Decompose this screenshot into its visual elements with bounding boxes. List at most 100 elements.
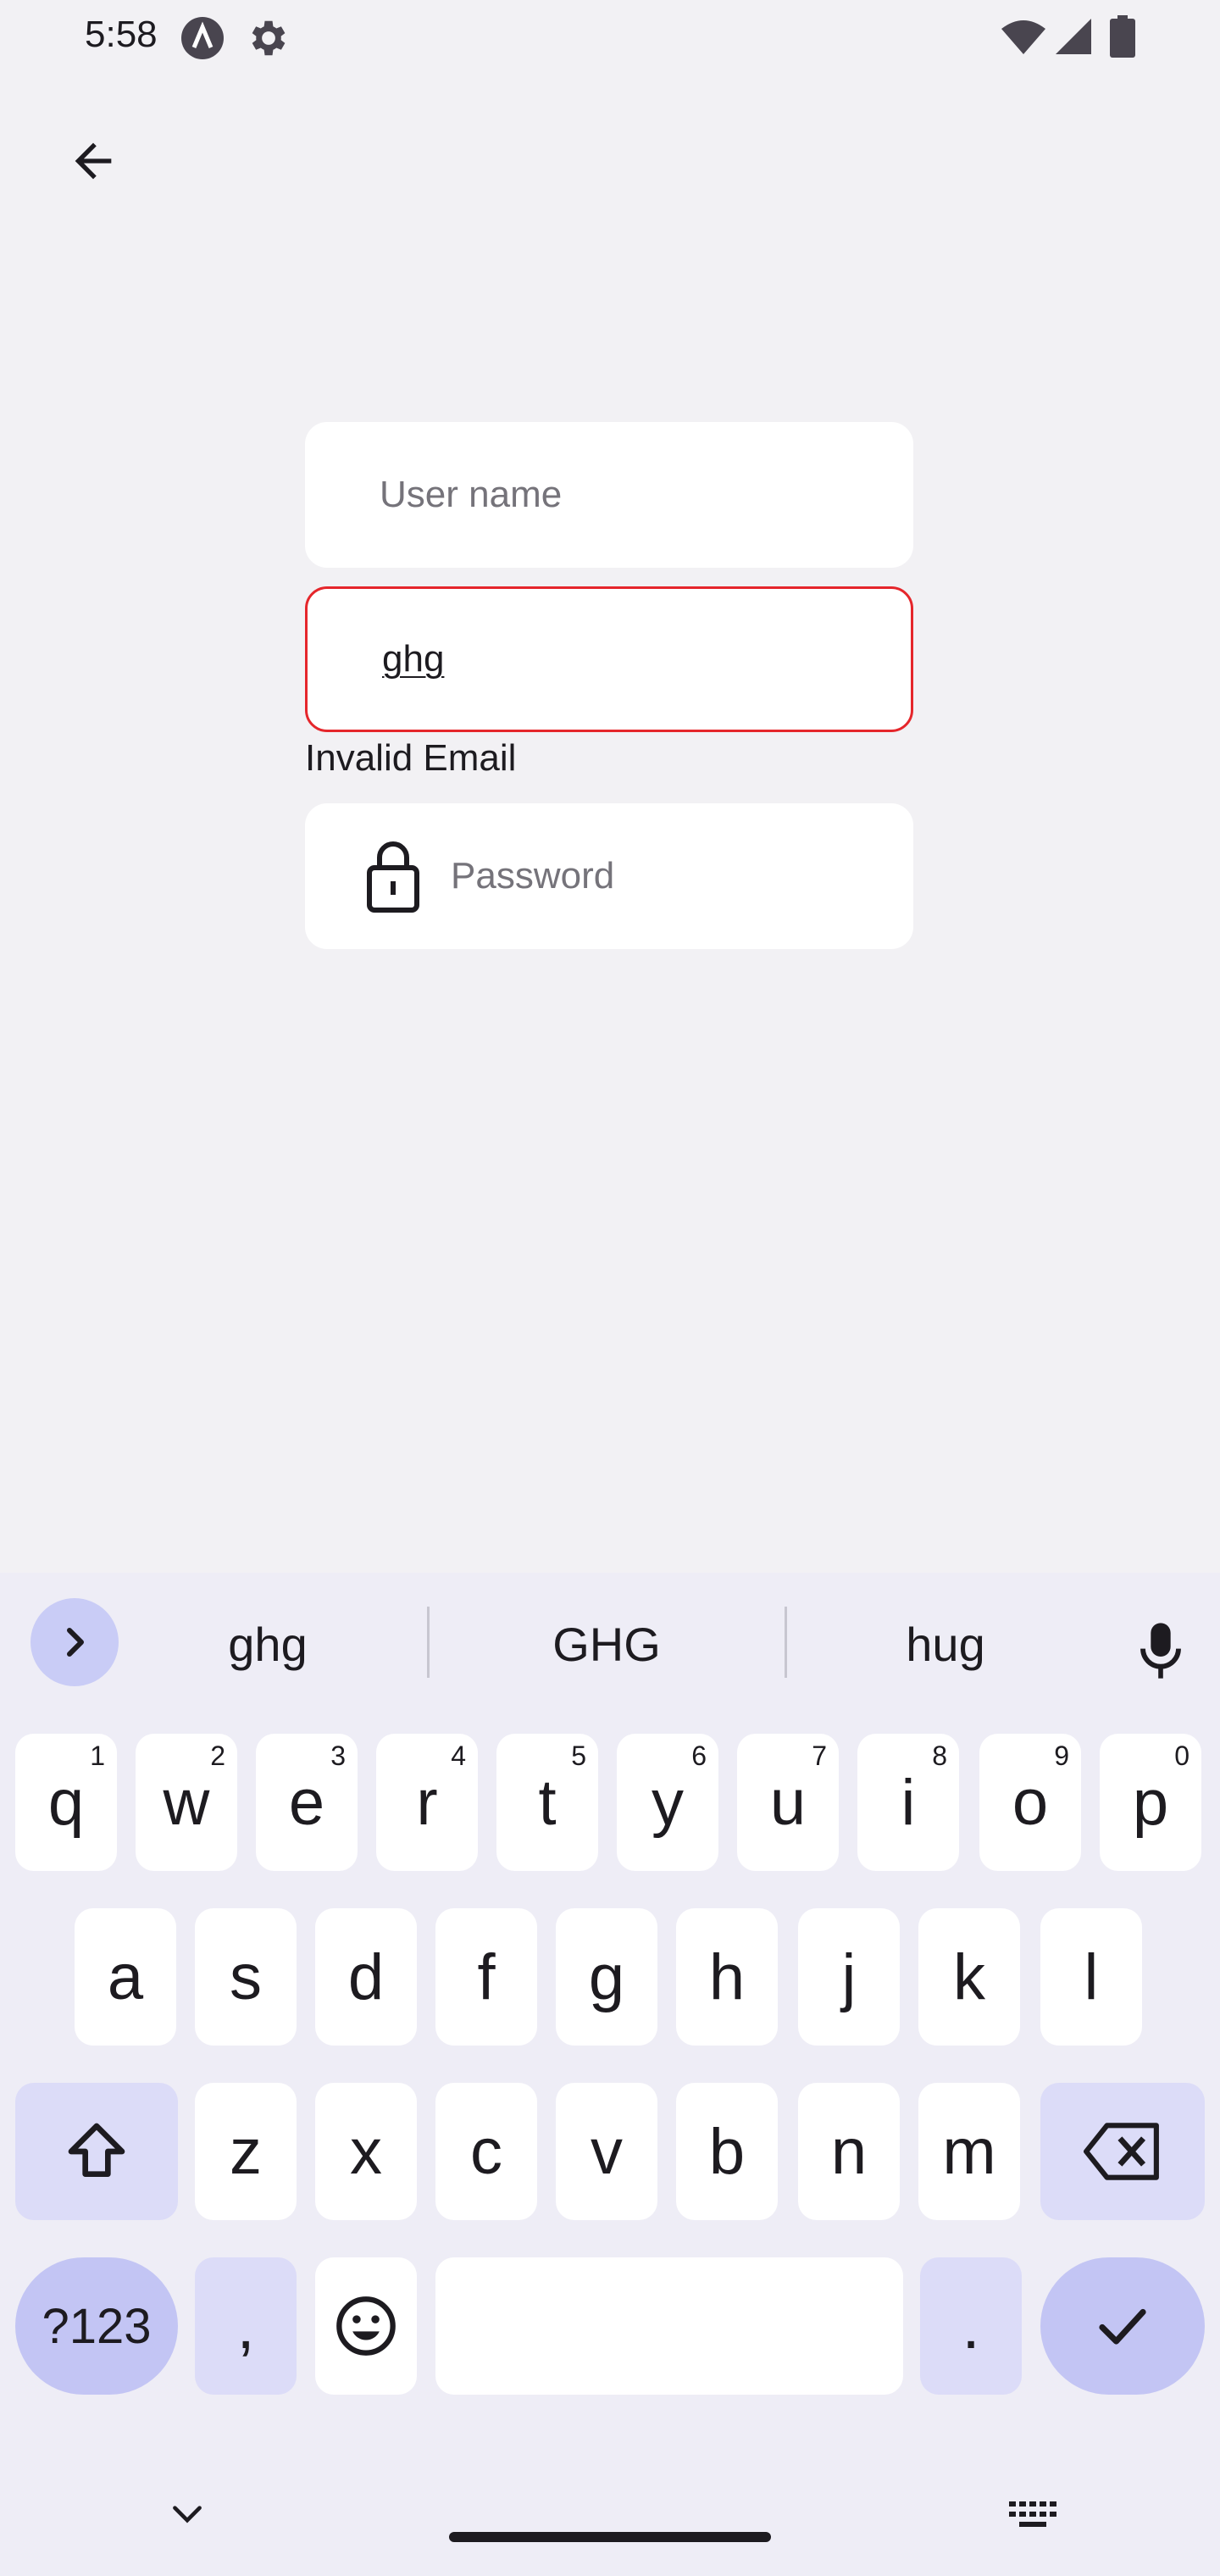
username-field[interactable]: User name (305, 422, 913, 568)
key-hint: 2 (210, 1740, 225, 1771)
key-label: w (163, 1766, 210, 1839)
expand-toolbar-button[interactable] (30, 1598, 119, 1686)
key-hint: 7 (812, 1740, 827, 1771)
key-hint: 6 (691, 1740, 707, 1771)
arrow-back-icon (75, 142, 112, 180)
navigation-bar (0, 2423, 1220, 2576)
login-screen: 5:58 User name ghg Invalid Email Passwor… (0, 0, 1220, 2576)
key-t[interactable]: t5 (496, 1734, 598, 1871)
key-x[interactable]: x (315, 2083, 417, 2220)
settings-gear-icon (244, 15, 290, 65)
key-p[interactable]: p0 (1100, 1734, 1201, 1871)
key-label: r (416, 1766, 438, 1839)
backspace-icon (1084, 2123, 1159, 2180)
key-r[interactable]: r4 (376, 1734, 478, 1871)
key-o[interactable]: o9 (979, 1734, 1081, 1871)
suggestion-1[interactable]: ghg (132, 1617, 403, 1685)
key-label: q (47, 1766, 85, 1839)
key-g[interactable]: g (556, 1908, 657, 2046)
key-label: n (830, 2115, 868, 2188)
password-field[interactable]: Password (305, 803, 913, 949)
key-label: b (708, 2115, 746, 2188)
key-hint: 1 (90, 1740, 105, 1771)
key-label: i (901, 1766, 916, 1839)
home-gesture-bar[interactable] (449, 2532, 771, 2542)
app-notification-icon (180, 15, 225, 65)
key-v[interactable]: v (556, 2083, 657, 2220)
key-label: o (1012, 1766, 1049, 1839)
email-field[interactable]: ghg (305, 586, 913, 732)
key-a[interactable]: a (75, 1908, 176, 2046)
key-k[interactable]: k (918, 1908, 1020, 2046)
suggestion-2[interactable]: GHG (471, 1617, 742, 1685)
key-hint: 3 (330, 1740, 346, 1771)
key-label: p (1132, 1766, 1169, 1839)
key-b[interactable]: b (676, 2083, 778, 2220)
shift-key[interactable] (15, 2083, 178, 2220)
status-bar: 5:58 (0, 0, 1220, 76)
voice-input-button[interactable] (1118, 1608, 1203, 1693)
key-label: s (230, 1940, 262, 2013)
key-label: ?123 (42, 2298, 152, 2354)
key-hint: 5 (571, 1740, 586, 1771)
key-y[interactable]: y6 (617, 1734, 718, 1871)
shift-arrow-icon (68, 2123, 125, 2177)
key-hint: 9 (1054, 1740, 1069, 1771)
done-key[interactable] (1040, 2257, 1205, 2395)
key-label: u (769, 1766, 807, 1839)
key-m[interactable]: m (918, 2083, 1020, 2220)
key-e[interactable]: e3 (256, 1734, 358, 1871)
key-label: j (841, 1940, 857, 2013)
key-z[interactable]: z (195, 2083, 297, 2220)
key-l[interactable]: l (1040, 1908, 1142, 2046)
email-error-message: Invalid Email (305, 737, 517, 779)
key-label: , (236, 2290, 255, 2362)
key-s[interactable]: s (195, 1908, 297, 2046)
period-key[interactable]: . (920, 2257, 1022, 2395)
spacebar-key[interactable] (435, 2257, 903, 2395)
key-label: t (538, 1766, 557, 1839)
key-c[interactable]: c (435, 2083, 537, 2220)
username-placeholder: User name (380, 474, 563, 515)
key-label: h (708, 1940, 746, 2013)
email-value: ghg (382, 638, 445, 680)
key-label: m (942, 2115, 996, 2188)
backspace-key[interactable] (1040, 2083, 1205, 2220)
key-hint: 4 (451, 1740, 466, 1771)
keyboard-icon (1009, 2501, 1056, 2527)
key-label: g (588, 1940, 625, 2013)
key-label: . (962, 2290, 980, 2362)
wifi-icon (1000, 19, 1047, 60)
symbols-key[interactable]: ?123 (15, 2257, 178, 2395)
key-n[interactable]: n (798, 2083, 900, 2220)
key-hint: 0 (1174, 1740, 1190, 1771)
key-hint: 8 (932, 1740, 947, 1771)
suggestion-strip: ghg GHG hug (0, 1573, 1220, 1715)
key-d[interactable]: d (315, 1908, 417, 2046)
key-j[interactable]: j (798, 1908, 900, 2046)
key-label: y (652, 1766, 684, 1839)
hide-keyboard-button[interactable] (166, 2500, 208, 2534)
key-q[interactable]: q1 (15, 1734, 117, 1871)
chevron-down-icon (173, 2506, 202, 2523)
key-label: z (230, 2115, 262, 2188)
key-i[interactable]: i8 (857, 1734, 959, 1871)
emoji-key[interactable] (315, 2257, 417, 2395)
emoji-icon (336, 2296, 396, 2356)
key-u[interactable]: u7 (737, 1734, 839, 1871)
status-time: 5:58 (85, 14, 158, 55)
key-h[interactable]: h (676, 1908, 778, 2046)
key-f[interactable]: f (435, 1908, 537, 2046)
suggestion-3[interactable]: hug (810, 1617, 1081, 1685)
comma-key[interactable]: , (195, 2257, 297, 2395)
keyboard-switch-button[interactable] (1006, 2498, 1059, 2536)
key-label: v (591, 2115, 623, 2188)
suggestion-divider (427, 1607, 430, 1678)
key-label: k (953, 1940, 985, 2013)
battery-icon (1110, 15, 1135, 62)
lock-icon (359, 839, 427, 913)
cellular-signal-icon (1054, 17, 1093, 60)
key-w[interactable]: w2 (136, 1734, 237, 1871)
checkmark-icon (1099, 2308, 1146, 2345)
back-button[interactable] (51, 119, 136, 203)
